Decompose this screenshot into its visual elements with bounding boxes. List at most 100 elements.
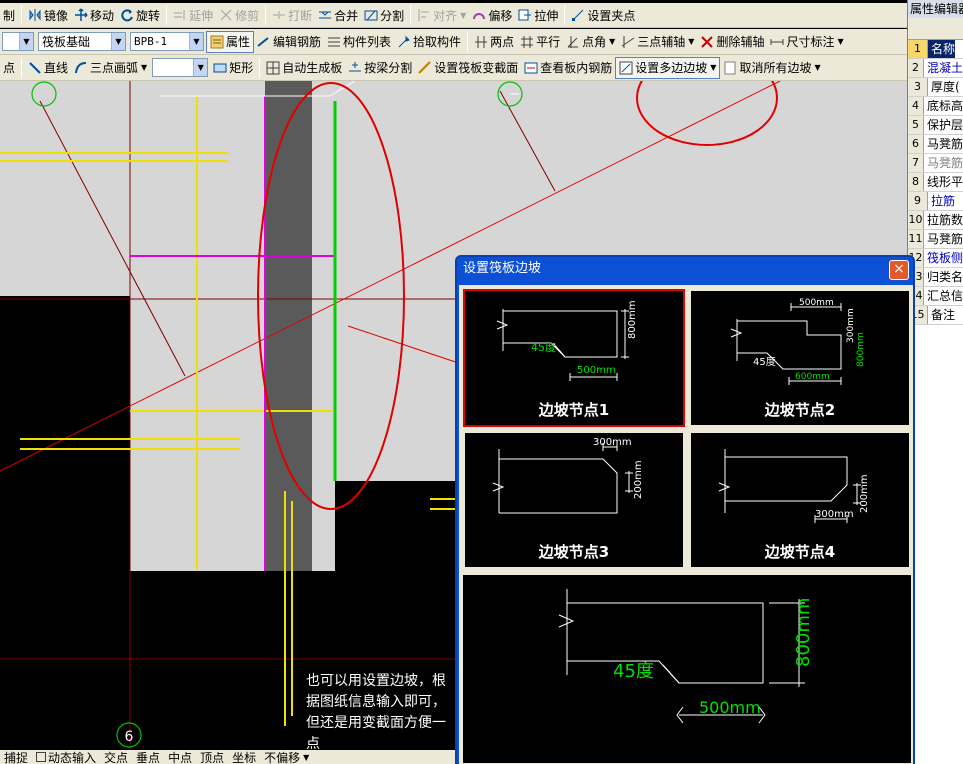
align-button[interactable]: 对齐 ▼ [414, 4, 469, 26]
break-button[interactable]: 打断 [269, 4, 315, 26]
move-button[interactable]: 移动 [71, 4, 117, 26]
slope-icon [619, 61, 633, 75]
property-row-label: 归类名 [926, 270, 963, 284]
point-angle-button[interactable]: 点角 ▼ [563, 31, 618, 53]
midpoint-label: 中点 [168, 750, 193, 764]
copy-button[interactable]: 制 [0, 4, 18, 26]
two-point-icon [474, 35, 488, 49]
property-row[interactable]: 13 归类名 [908, 268, 963, 287]
vertex-label: 顶点 [200, 750, 225, 764]
three-point-arc-label: 三点画弧 [90, 61, 139, 75]
property-row[interactable]: 7 马凳筋 [908, 154, 963, 173]
align-icon [417, 8, 431, 22]
edit-rebar-button[interactable]: 编辑钢筋 [254, 31, 324, 53]
midpoint-snap[interactable]: 中点 [164, 750, 196, 764]
extend-button[interactable]: 延伸 [170, 4, 216, 26]
node3-height-dim: 200mm [633, 460, 644, 499]
set-grip-button[interactable]: 设置夹点 [568, 4, 638, 26]
two-point-axis-button[interactable]: 两点 [471, 31, 517, 53]
component-name-combo[interactable]: BPB-1 ▼ [130, 32, 204, 51]
close-button[interactable]: × [889, 260, 909, 280]
pick-component-button[interactable]: 拾取构件 [394, 31, 464, 53]
split-button[interactable]: 分割 [361, 4, 407, 26]
slope-node-3-option[interactable]: 300mm 200mm 边坡节点3 [463, 431, 685, 569]
mirror-label: 镜像 [44, 8, 69, 23]
slope-node-2-caption: 边坡节点2 [764, 401, 836, 419]
edit-rebar-icon [257, 35, 271, 49]
draw-mode-combo[interactable]: ▼ [152, 58, 209, 77]
property-row[interactable]: 2 混凝土 [908, 59, 963, 78]
property-row[interactable]: 4 底标高 [908, 97, 963, 116]
component-type-combo[interactable]: 筏板基础 ▼ [38, 32, 126, 51]
floor-combo[interactable]: ▼ [2, 32, 34, 51]
property-row[interactable]: 9 拉筋 [908, 192, 963, 211]
parallel-axis-button[interactable]: 平行 [517, 31, 563, 53]
mirror-button[interactable]: 镜像 [25, 4, 71, 26]
property-row[interactable]: 3 厚度( [908, 78, 963, 97]
toolbar-separator [410, 5, 412, 25]
three-point-axis-button[interactable]: 三点辅轴 ▼ [618, 31, 697, 53]
node3-width-dim: 300mm [593, 437, 632, 448]
property-row-number: 4 [908, 97, 924, 115]
stretch-icon [518, 8, 532, 22]
line-button[interactable]: 直线 [25, 57, 71, 79]
dynamic-input-toggle[interactable]: 动态输入 [32, 750, 100, 764]
property-row[interactable]: 14 汇总信 [908, 287, 963, 306]
two-point-label: 两点 [490, 35, 515, 49]
property-row-number: 7 [908, 154, 924, 172]
parallel-label: 平行 [536, 35, 561, 49]
property-row[interactable]: 12 筏板侧 [908, 249, 963, 268]
toolbar-separator [564, 5, 566, 25]
dimension-icon [770, 35, 784, 49]
set-grip-label: 设置夹点 [587, 8, 636, 23]
offset-button[interactable]: 偏移 [469, 4, 515, 26]
toolbar-separator [166, 5, 168, 25]
property-row[interactable]: 15 备注 [908, 306, 963, 325]
auto-generate-slab-button[interactable]: 自动生成板 [263, 57, 345, 79]
slope-node-2-option[interactable]: 500mm 45度 600mm 300mm 800mm 边坡节点2 [689, 289, 911, 427]
intersection-snap[interactable]: 交点 [100, 750, 132, 764]
cancel-all-slopes-button[interactable]: 取消所有边坡 ▼ [720, 57, 823, 79]
snap-toggle[interactable]: 捕捉 [0, 750, 32, 764]
component-list-button[interactable]: 构件列表 [324, 31, 394, 53]
property-row[interactable]: 1 名称 [908, 40, 963, 59]
property-editor-title: 属性编辑器 [908, 0, 963, 18]
vertex-snap[interactable]: 顶点 [196, 750, 228, 764]
property-row-number: 10 [908, 211, 924, 229]
rectangle-button[interactable]: 矩形 [210, 57, 256, 79]
point-button[interactable]: 点 [0, 57, 18, 79]
rotate-button[interactable]: 旋转 [117, 4, 163, 26]
property-row[interactable]: 11 马凳筋 [908, 230, 963, 249]
property-row[interactable]: 8 线形平 [908, 173, 963, 192]
property-editor-header [908, 18, 963, 40]
slope-node-1-option[interactable]: 800mm 45度 500mm 边坡节点1 [463, 289, 685, 427]
merge-button[interactable]: 合并 [315, 4, 361, 26]
coordinate-snap[interactable]: 坐标 [228, 750, 260, 764]
component-type-value: 筏板基础 [42, 35, 91, 49]
delete-axis-button[interactable]: 删除辅轴 [697, 31, 767, 53]
property-row[interactable]: 10 拉筋数 [908, 211, 963, 230]
property-row[interactable]: 6 马凳筋 [908, 135, 963, 154]
dimension-button[interactable]: 尺寸标注 ▼ [767, 31, 846, 53]
property-row-number: 9 [908, 192, 928, 210]
chevron-down-icon: ▼ [19, 33, 33, 50]
preview-height-dim: 800mm [793, 598, 814, 667]
split-by-beam-button[interactable]: 按梁分割 [345, 57, 415, 79]
view-slab-rebar-button[interactable]: 查看板内钢筋 [521, 57, 615, 79]
auto-generate-slab-label: 自动生成板 [282, 61, 343, 75]
three-point-arc-button[interactable]: 三点画弧 ▼ [71, 57, 150, 79]
offset-mode-combo[interactable]: 不偏移 ▼ [260, 750, 313, 764]
extend-icon [173, 8, 187, 22]
properties-button[interactable]: 属性 [206, 30, 255, 53]
perpendicular-snap[interactable]: 垂点 [132, 750, 164, 764]
trim-button[interactable]: 修剪 [216, 4, 262, 26]
split-label: 分割 [380, 8, 405, 23]
set-raft-variable-section-button[interactable]: 设置筏板变截面 [415, 57, 521, 79]
stretch-button[interactable]: 拉伸 [515, 4, 561, 26]
property-row[interactable]: 5 保护层 [908, 116, 963, 135]
offset-mode-value: 不偏移 [264, 750, 301, 764]
property-row-label: 汇总信 [926, 289, 963, 303]
slope-node-4-option[interactable]: 200mm 300mm 边坡节点4 [689, 431, 911, 569]
set-multi-edge-slope-button[interactable]: 设置多边边坡 ▼ [615, 56, 721, 79]
grid-icon [266, 61, 280, 75]
